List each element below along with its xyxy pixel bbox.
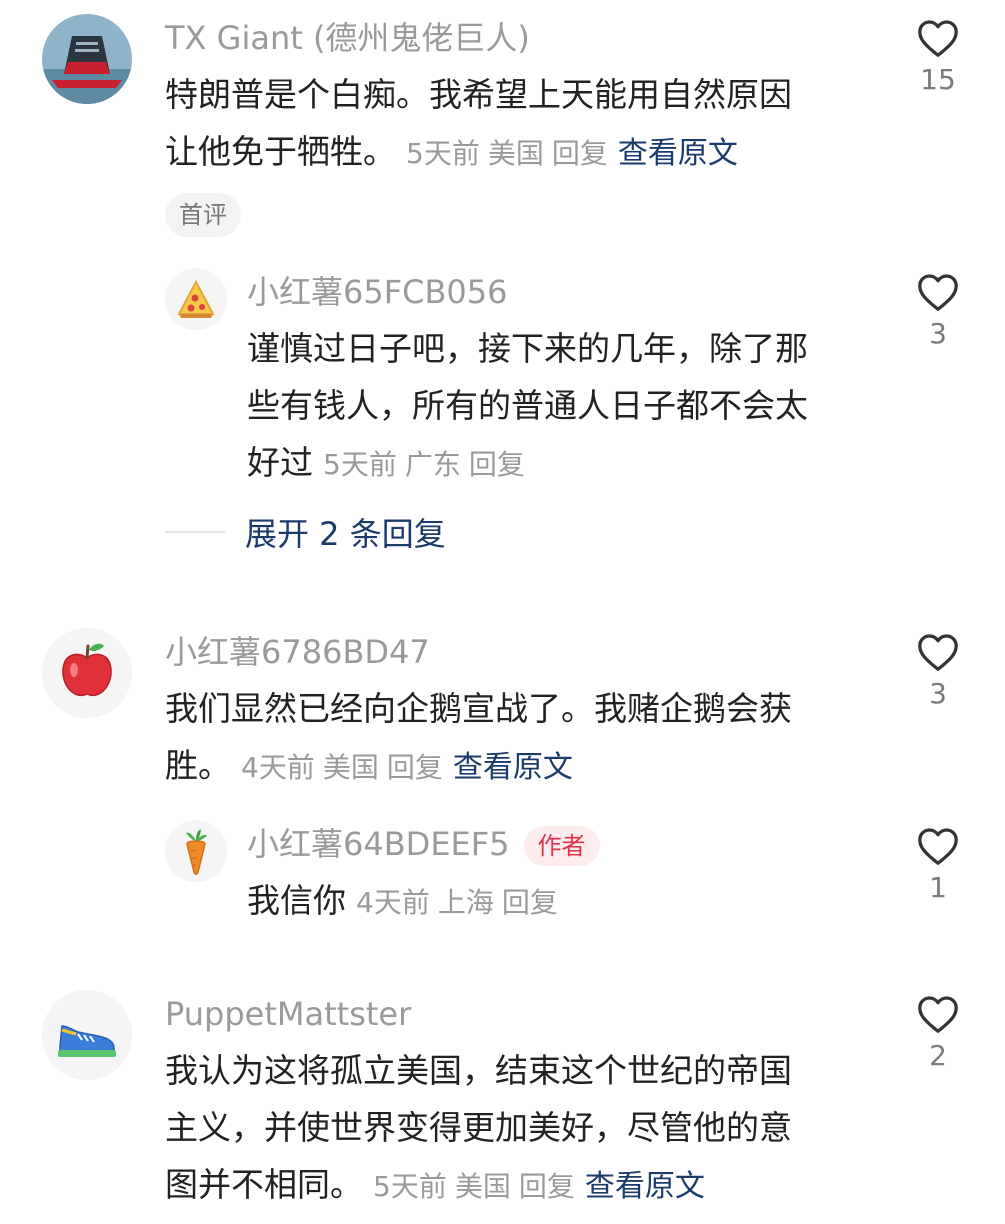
author-badge: 作者 [523,826,600,866]
expand-replies-label[interactable]: 展开 2 条回复 [245,509,446,555]
heart-icon[interactable] [916,18,960,58]
comment-author-name[interactable]: PuppetMattster [165,994,411,1034]
comment-line: 我认为这将孤立美国，结束这个世纪的帝国 [165,1051,792,1090]
like-count: 3 [929,677,947,710]
like-button[interactable]: 15 [908,18,968,96]
comment-line: 谨慎过日子吧，接下来的几年，除了那 [247,329,808,368]
comment-meta: 4天前 上海 回复 [356,886,566,919]
comment-line-with-meta: 我信你 4天前 上海 回复 [247,872,867,931]
comment-time: 5天前 [323,448,397,481]
view-original-link[interactable]: 查看原文 [618,136,738,171]
comment-location: 美国 [322,751,379,784]
heart-icon[interactable] [916,632,960,672]
comment-meta: 4天前 美国 回复 [241,751,451,784]
heart-icon[interactable] [916,826,960,866]
comment-line-with-meta: 图并不相同。 5天前 美国 回复 查看原文 [165,1156,855,1215]
view-original-link[interactable]: 查看原文 [453,750,573,785]
reply-button[interactable]: 回复 [519,1170,575,1203]
comment-location: 广东 [404,448,461,481]
reply-author-label[interactable]: 小红薯64BDEEF5 [247,825,510,863]
comment-location: 美国 [487,137,544,170]
heart-icon[interactable] [916,272,960,312]
comment-meta: 5天前 美国 回复 [406,137,616,170]
reply-button[interactable]: 回复 [469,448,525,481]
reply-button[interactable]: 回复 [552,137,608,170]
comment-line: 胜。 [165,746,231,785]
comment-location: 上海 [437,886,494,919]
comment-line: 图并不相同。 [165,1165,363,1204]
reply-text: 我信你 4天前 上海 回复 [247,872,867,931]
comment-meta: 5天前 美国 回复 [373,1170,583,1203]
comment-location: 美国 [454,1170,511,1203]
like-count: 1 [929,871,947,904]
heart-icon[interactable] [916,994,960,1034]
comment-meta: 5天前 广东 回复 [323,448,533,481]
comment-line-with-meta: 胜。 4天前 美国 回复 查看原文 [165,737,855,796]
comment-author-name[interactable]: 小红薯6786BD47 [165,632,430,672]
reply-author-name: 小红薯64BDEEF5 作者 [247,824,600,866]
cruise-ship-avatar[interactable] [42,14,132,104]
comment-line: 好过 [247,443,313,482]
first-comment-tag: 首评 [165,193,241,237]
comment-line: 些有钱人，所有的普通人日子都不会太 [247,386,808,425]
view-original-link[interactable]: 查看原文 [585,1169,705,1204]
comment-text: 我们显然已经向企鹅宣战了。我赌企鹅会获 胜。 4天前 美国 回复 查看原文 [165,680,855,796]
sneaker-avatar[interactable] [42,990,132,1080]
pizza-avatar[interactable] [165,268,227,330]
comment-author-name[interactable]: TX Giant (德州鬼佬巨人) [165,18,530,58]
like-button[interactable]: 3 [908,272,968,350]
comment-line-with-meta: 让他免于牺牲。 5天前 美国 回复 查看原文 [165,123,855,182]
carrot-avatar[interactable] [165,820,227,882]
like-button[interactable]: 1 [908,826,968,904]
reply-author-name[interactable]: 小红薯65FCB056 [247,272,508,312]
comment-time: 4天前 [356,886,430,919]
comment-line: 特朗普是个白痴。我希望上天能用自然原因 [165,75,792,114]
comment-time: 5天前 [373,1170,447,1203]
reply-text: 谨慎过日子吧，接下来的几年，除了那 些有钱人，所有的普通人日子都不会太 好过 5天… [247,320,867,493]
comment-line: 主义，并使世界变得更加美好，尽管他的意 [165,1108,792,1147]
comment-line: 让他免于牺牲。 [165,132,396,171]
expand-divider [165,531,225,533]
comment-line: 我信你 [247,881,346,920]
like-button[interactable]: 3 [908,632,968,710]
apple-avatar[interactable] [42,628,132,718]
comment-time: 4天前 [241,751,315,784]
comment-text: 特朗普是个白痴。我希望上天能用自然原因 让他免于牺牲。 5天前 美国 回复 查看原文 [165,66,855,182]
expand-replies-button[interactable]: 展开 2 条回复 [165,510,446,554]
like-button[interactable]: 2 [908,994,968,1072]
like-count: 3 [929,317,947,350]
reply-button[interactable]: 回复 [387,751,443,784]
reply-button[interactable]: 回复 [502,886,558,919]
comment-text: 我认为这将孤立美国，结束这个世纪的帝国 主义，并使世界变得更加美好，尽管他的意 … [165,1042,855,1215]
like-count: 2 [929,1039,947,1072]
comment-time: 5天前 [406,137,480,170]
comment-line-with-meta: 好过 5天前 广东 回复 [247,434,867,493]
comment-line: 我们显然已经向企鹅宣战了。我赌企鹅会获 [165,689,792,728]
like-count: 15 [920,63,956,96]
